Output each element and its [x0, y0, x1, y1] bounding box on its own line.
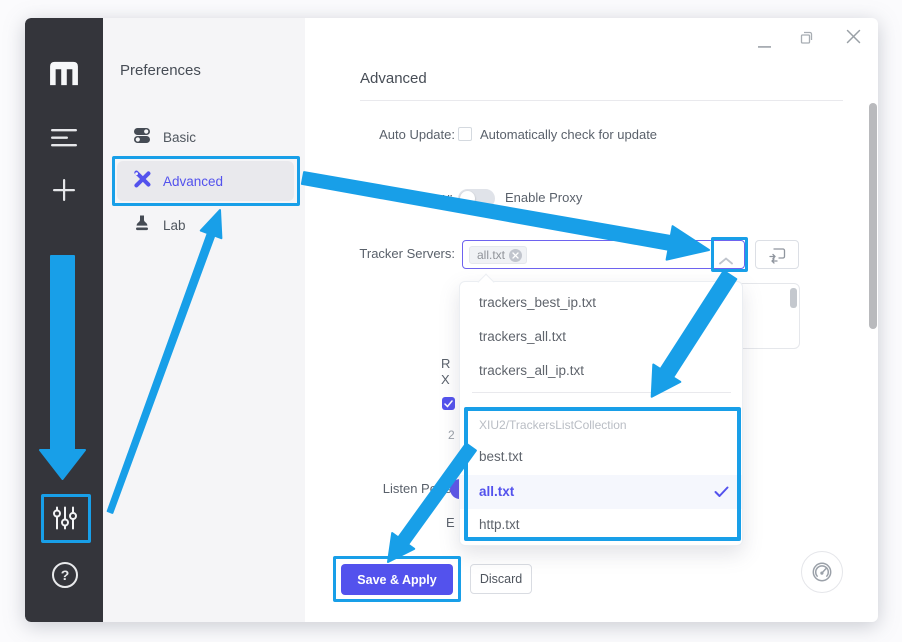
pref-item-label: Advanced — [163, 174, 223, 189]
textarea-scrollbar[interactable] — [790, 288, 797, 308]
checked-checkbox-fragment[interactable] — [442, 397, 455, 410]
toggle-knob — [460, 191, 475, 206]
pref-item-label: Lab — [163, 218, 186, 233]
main-scrollbar[interactable] — [869, 103, 877, 329]
chevron-up-icon[interactable] — [719, 252, 733, 270]
stamp-icon — [133, 214, 151, 237]
pref-item-label: Basic — [163, 130, 196, 145]
discard-button[interactable]: Discard — [470, 564, 532, 594]
auto-update-checkbox[interactable] — [458, 127, 472, 141]
auto-update-option[interactable]: Automatically check for update — [480, 127, 657, 142]
pref-item-advanced[interactable]: Advanced — [117, 161, 294, 201]
dropdown-item[interactable]: best.txt — [460, 440, 742, 474]
tag-label: all.txt — [477, 248, 505, 262]
dropdown-item[interactable]: trackers_all_ip.txt — [460, 354, 742, 388]
sync-trackers-button[interactable] — [755, 240, 799, 269]
check-icon — [714, 485, 729, 503]
preferences-title: Preferences — [120, 62, 201, 79]
dropdown-item[interactable]: trackers_all.txt — [460, 320, 742, 354]
timestamp-fragment: 2 — [448, 428, 455, 442]
screenshot-canvas: ? Preferences Basic — [0, 0, 902, 642]
restore-button[interactable] — [799, 29, 815, 50]
minimize-button[interactable] — [757, 36, 773, 54]
tracker-servers-label: Tracker Servers: — [330, 246, 455, 261]
app-window: ? Preferences Basic — [25, 18, 878, 622]
close-button[interactable] — [845, 28, 862, 50]
proxy-option: Enable Proxy — [505, 190, 582, 205]
dropdown-item[interactable]: http.txt — [460, 508, 742, 542]
speed-gauge-button[interactable] — [801, 551, 843, 593]
hint-text-fragment: E — [446, 515, 455, 530]
title-divider — [360, 100, 843, 101]
selected-tag: all.txt — [469, 246, 527, 264]
page-title: Advanced — [360, 70, 427, 87]
pref-item-basic[interactable]: Basic — [117, 121, 294, 153]
hint-text-fragment: R — [441, 356, 450, 371]
listen-ports-label: Listen Ports: — [330, 481, 455, 496]
proxy-label: Proxy: — [330, 190, 453, 205]
add-task-icon[interactable] — [52, 178, 76, 207]
dropdown-item[interactable]: trackers_best_ip.txt — [460, 286, 742, 320]
toggles-icon — [133, 126, 151, 149]
save-apply-button[interactable]: Save & Apply — [341, 564, 453, 595]
motrix-logo-icon — [47, 60, 81, 91]
preferences-panel: Preferences Basic — [103, 18, 305, 622]
dropdown-group-label: XIU2/TrackersListCollection — [479, 418, 627, 432]
proxy-toggle[interactable] — [458, 189, 495, 208]
dropdown-divider — [472, 392, 731, 393]
tag-close-icon[interactable] — [509, 249, 522, 262]
crossed-tools-icon — [133, 170, 151, 193]
auto-update-label: Auto Update: — [330, 127, 455, 142]
task-list-icon[interactable] — [50, 128, 78, 153]
app-sidebar: ? — [25, 18, 103, 622]
tracker-dropdown: trackers_best_ip.txt trackers_all.txt tr… — [459, 281, 743, 546]
tracker-servers-select[interactable]: all.txt — [462, 240, 745, 269]
help-icon[interactable]: ? — [52, 562, 78, 588]
settings-sliders-icon[interactable] — [52, 505, 78, 536]
hint-text-fragment: X — [441, 372, 450, 387]
pref-item-lab[interactable]: Lab — [117, 209, 294, 241]
dropdown-item-selected[interactable]: all.txt — [460, 475, 742, 509]
